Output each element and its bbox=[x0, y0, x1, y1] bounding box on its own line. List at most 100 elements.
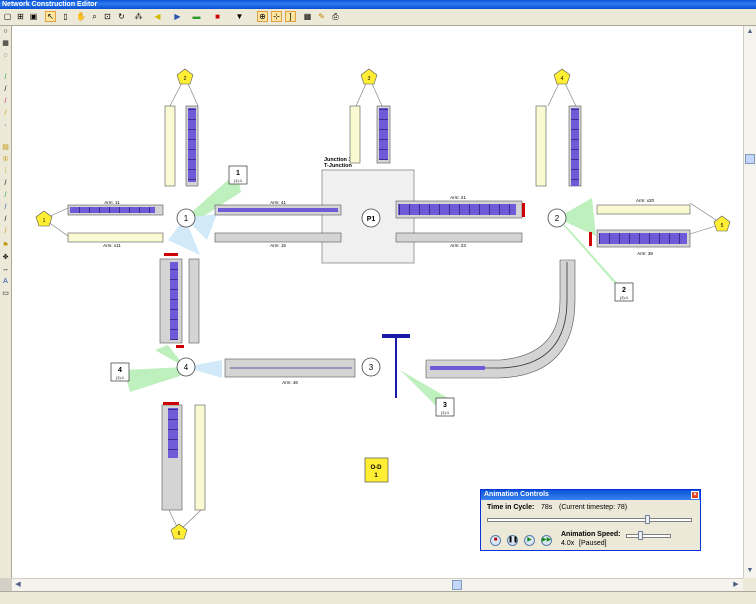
new-icon[interactable]: ▢ bbox=[2, 11, 13, 22]
zone-1: 1 bbox=[35, 210, 53, 227]
arm-11-label: Arm: 11 bbox=[104, 200, 120, 205]
animation-title: Animation Controls × bbox=[481, 490, 700, 500]
green-pen-icon[interactable]: / bbox=[1, 74, 10, 82]
bracket-icon[interactable]: ] bbox=[285, 11, 296, 22]
node-tool-icon[interactable]: ◌ bbox=[1, 52, 10, 60]
save-icon[interactable]: ▣ bbox=[28, 11, 39, 22]
arm-15 bbox=[214, 232, 342, 243]
node-2: 2 bbox=[547, 208, 567, 228]
number-tool-icon[interactable]: ① bbox=[1, 156, 10, 164]
status-bar bbox=[0, 591, 756, 604]
fast-forward-icon[interactable]: ▶▶ bbox=[541, 535, 552, 546]
zone-5: 5 bbox=[713, 215, 731, 232]
arm-15-label: Arm: 15 bbox=[270, 243, 286, 248]
arrow-right-icon[interactable]: ▶ bbox=[172, 11, 183, 22]
svg-text:6: 6 bbox=[178, 531, 181, 537]
svg-text:5: 5 bbox=[721, 223, 724, 229]
junction-tool-icon[interactable]: ⊕ bbox=[257, 11, 268, 22]
od-box: O-D1 bbox=[364, 457, 389, 483]
speed-slider-knob[interactable] bbox=[638, 531, 643, 540]
cycle-slider[interactable] bbox=[487, 518, 692, 522]
time-label: Time in Cycle: bbox=[487, 504, 535, 511]
arm-46-label: Arm: 46 bbox=[282, 380, 298, 385]
horizontal-scrollbar[interactable]: ◀ ▶ bbox=[12, 578, 743, 591]
black-pen-icon[interactable]: / bbox=[1, 86, 10, 94]
yellow-pen-icon[interactable]: / bbox=[1, 110, 10, 118]
text-tool-icon[interactable]: A bbox=[1, 278, 10, 286]
table-tool-icon[interactable]: ▤ bbox=[1, 144, 10, 152]
thick-line-icon[interactable]: / bbox=[1, 216, 10, 224]
speed-value: 4.0x bbox=[561, 540, 575, 547]
select-tool-icon[interactable]: ⊹ bbox=[271, 11, 282, 22]
toolbar: ▢ ⊞ ▣ ↖ ▯ ✋ ⌕ ⊡ ↻ ⁂ ◀ ▶ ▬ ■ ▼ ⊕ ⊹ ] ▦ ✎ … bbox=[0, 9, 756, 26]
open-icon[interactable]: ⊞ bbox=[15, 11, 26, 22]
play-icon[interactable]: ▶ bbox=[524, 535, 535, 546]
filter-icon[interactable]: ▼ bbox=[234, 11, 245, 22]
arm-38-label: Arm: 38 bbox=[637, 251, 653, 256]
scroll-up-icon[interactable]: ▲ bbox=[744, 26, 756, 38]
svg-text:(1):1: (1):1 bbox=[116, 375, 125, 380]
cycle-slider-knob[interactable] bbox=[644, 515, 650, 524]
image-tool-icon[interactable]: ▭ bbox=[1, 290, 10, 298]
svg-text:2: 2 bbox=[184, 76, 187, 82]
animation-controls-window: Animation Controls × Time in Cycle: 78s … bbox=[480, 489, 701, 551]
speed-slider[interactable] bbox=[626, 534, 671, 538]
pink-pen-icon[interactable]: / bbox=[1, 98, 10, 106]
arm-x11-label: Arm: x11 bbox=[103, 243, 121, 248]
grid-tool-icon[interactable]: ▦ bbox=[1, 40, 10, 48]
svg-text:4: 4 bbox=[118, 367, 122, 374]
arm-41-label: Arm: 41 bbox=[270, 200, 286, 205]
green-line-icon[interactable]: / bbox=[1, 192, 10, 200]
curved-arm bbox=[425, 259, 576, 379]
blue-line-icon[interactable]: / bbox=[1, 204, 10, 212]
svg-text:(1):1: (1):1 bbox=[441, 410, 450, 415]
red-flag-icon[interactable]: ■ bbox=[212, 11, 223, 22]
page-icon[interactable]: ▯ bbox=[60, 11, 71, 22]
arm-x20-label: Arm: x20 bbox=[636, 198, 655, 203]
horizontal-scroll-thumb[interactable] bbox=[452, 580, 462, 590]
refresh-icon[interactable]: ↻ bbox=[116, 11, 127, 22]
zone-6: 6 bbox=[170, 523, 188, 540]
export-icon[interactable]: ⎙ bbox=[330, 11, 341, 22]
line-tool-icon[interactable]: / bbox=[1, 180, 10, 188]
close-icon[interactable]: × bbox=[691, 491, 699, 499]
move-tool-icon[interactable]: ✥ bbox=[1, 254, 10, 262]
scroll-down-icon[interactable]: ▼ bbox=[744, 565, 756, 577]
zone-3: 3 bbox=[360, 68, 378, 85]
grid-icon[interactable]: ▦ bbox=[302, 11, 313, 22]
vertical-scrollbar[interactable]: ▲ ▼ bbox=[743, 26, 756, 578]
marker-icon[interactable]: ⚑ bbox=[1, 242, 10, 250]
junction-type: T-Junction bbox=[324, 163, 352, 169]
rotate-tool-icon[interactable]: ↔ bbox=[1, 266, 10, 274]
scroll-left-icon[interactable]: ◀ bbox=[12, 579, 24, 591]
pointer-icon[interactable]: ↖ bbox=[45, 11, 56, 22]
draw-icon[interactable]: ✎ bbox=[316, 11, 327, 22]
signal-tool-icon[interactable]: ⁞ bbox=[1, 168, 10, 176]
link-icon[interactable]: ▬ bbox=[191, 11, 202, 22]
pause-icon[interactable]: ❚❚ bbox=[507, 535, 518, 546]
zoom-window-icon[interactable]: ⊡ bbox=[102, 11, 113, 22]
info-box-3: 3(1):1 bbox=[435, 397, 455, 417]
svg-text:(1):1: (1):1 bbox=[234, 178, 243, 183]
arm-x20 bbox=[596, 204, 691, 215]
vertical-scroll-thumb[interactable] bbox=[745, 154, 755, 164]
scroll-right-icon[interactable]: ▶ bbox=[730, 579, 742, 591]
pan-icon[interactable]: ✋ bbox=[75, 11, 86, 22]
zoom-icon[interactable]: ⌕ bbox=[89, 11, 100, 22]
stop-icon[interactable]: ■ bbox=[490, 535, 501, 546]
window-title: Network Construction Editor bbox=[0, 0, 756, 9]
scroll-corner bbox=[743, 578, 756, 591]
info-box-4: 4(1):1 bbox=[110, 362, 130, 382]
node-1: 1 bbox=[176, 208, 196, 228]
svg-text:2: 2 bbox=[622, 287, 626, 294]
highlight-icon[interactable]: / bbox=[1, 228, 10, 236]
arm-23-label: Arm: 23 bbox=[450, 243, 466, 248]
zone-2: 2 bbox=[176, 68, 194, 85]
timestep-text: (Current timestep: 78) bbox=[559, 504, 628, 511]
dot-tool-icon[interactable]: · bbox=[1, 122, 10, 130]
node-4: 4 bbox=[176, 357, 196, 377]
signal-icon[interactable]: ⁂ bbox=[133, 11, 144, 22]
arrow-left-icon[interactable]: ◀ bbox=[152, 11, 163, 22]
svg-text:3: 3 bbox=[443, 402, 447, 409]
circle-tool-icon[interactable]: ○ bbox=[1, 28, 10, 36]
